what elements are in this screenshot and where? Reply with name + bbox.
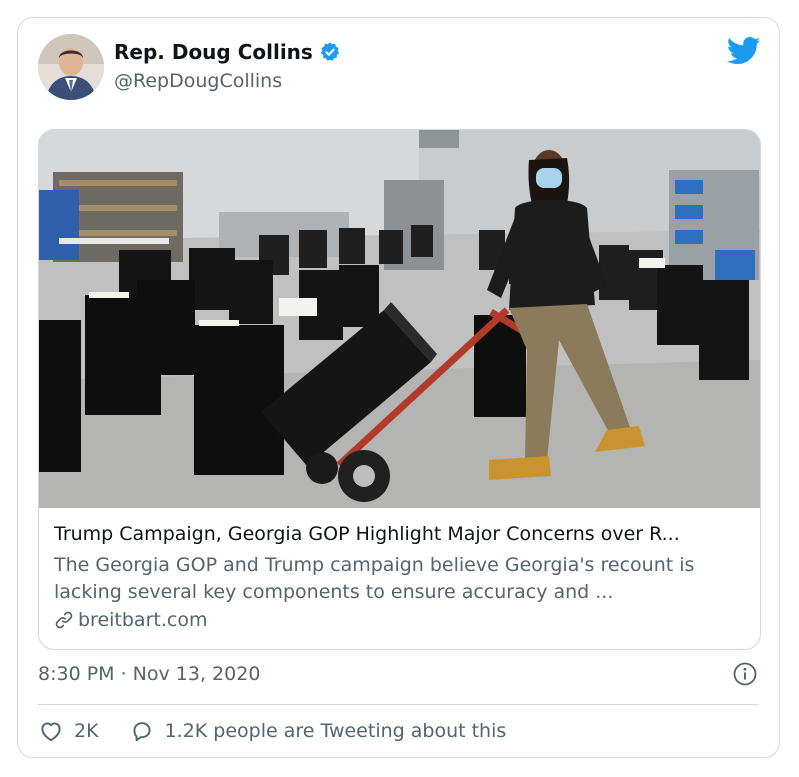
link-preview-card[interactable]: Trump Campaign, Georgia GOP Highlight Ma… [38, 129, 761, 650]
link-preview-image [39, 130, 760, 508]
like-count: 2K [74, 720, 99, 742]
verified-badge-icon [320, 42, 339, 61]
author-name[interactable]: Rep. Doug Collins [114, 40, 313, 64]
tweet-timestamp[interactable]: 8:30 PM · Nov 13, 2020 [38, 663, 260, 685]
link-card-domain: breitbart.com [78, 609, 208, 631]
tweeting-about-link[interactable]: 1.2K people are Tweeting about this [129, 718, 507, 744]
link-icon [55, 611, 73, 629]
author-handle[interactable]: @RepDougCollins [114, 70, 282, 92]
like-button[interactable]: 2K [38, 718, 99, 744]
link-card-description: The Georgia GOP and Trump campaign belie… [54, 554, 695, 603]
tweet-card[interactable]: Rep. Doug Collins @RepDougCollins Trump … [17, 17, 780, 758]
speech-bubble-icon [133, 722, 151, 742]
divider [38, 704, 759, 705]
twitter-bird-icon[interactable] [727, 36, 761, 66]
avatar-image [38, 34, 104, 100]
heart-icon [41, 722, 61, 742]
tweeting-about-text: 1.2K people are Tweeting about this [164, 720, 507, 742]
link-card-title: Trump Campaign, Georgia GOP Highlight Ma… [54, 523, 680, 545]
info-icon[interactable] [733, 662, 757, 686]
avatar[interactable] [38, 34, 104, 100]
